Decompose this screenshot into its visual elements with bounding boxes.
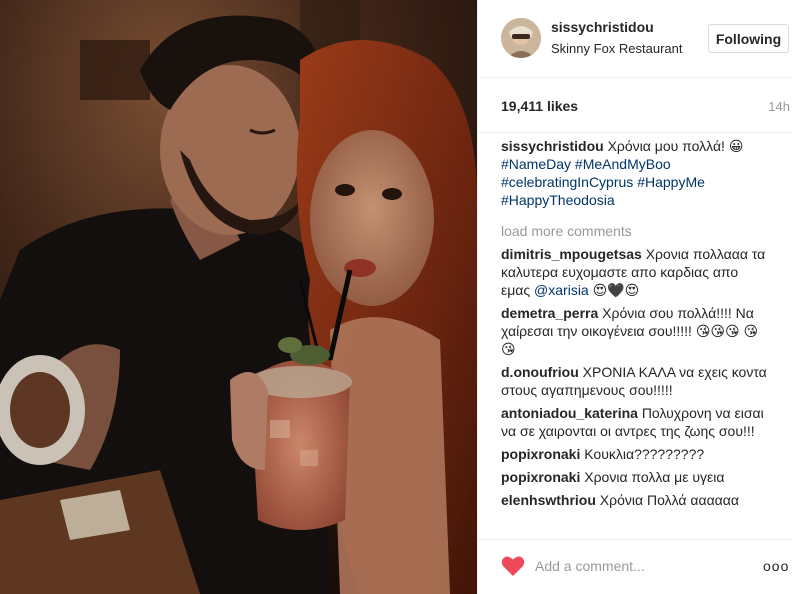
comment-item: d.onoufriou ΧΡΟΝΙΑ ΚΑΛΑ να εχεις κοντα σ… [501, 363, 769, 399]
comment-username[interactable]: d.onoufriou [501, 364, 579, 380]
comment-footer: ooo [478, 539, 792, 594]
hashtag-link[interactable]: #MeAndMyBoo [575, 156, 671, 172]
comment-item: dimitris_mpougetsas Χρονια πολλααα τα κα… [501, 245, 769, 299]
post-side-panel: sissychristidou Skinny Fox Restaurant Fo… [477, 0, 792, 594]
post-timestamp[interactable]: 14h [768, 99, 790, 114]
comment-username[interactable]: popixronaki [501, 446, 580, 462]
like-count[interactable]: 19,411 likes [501, 98, 578, 114]
comment-username[interactable]: demetra_perra [501, 305, 598, 321]
comment-item: popixronaki Κουκλια????????? [501, 445, 769, 463]
comment-text: Κουκλια????????? [584, 446, 705, 462]
instagram-post-window: sissychristidou Skinny Fox Restaurant Fo… [0, 0, 792, 594]
more-options-icon[interactable]: ooo [763, 556, 789, 576]
hashtag-link[interactable]: #celebratingInCyprus [501, 174, 633, 190]
post-photo[interactable] [0, 0, 477, 594]
hashtag-link[interactable]: #HappyTheodosia [501, 192, 615, 208]
load-more-comments-link[interactable]: load more comments [501, 222, 769, 240]
caption: sissychristidou Χρόνια μου πολλά! 😀 #Nam… [501, 137, 769, 209]
heart-icon[interactable] [501, 555, 525, 577]
comment-item: antoniadou_katerina Πολυχρονη να εισαι ν… [501, 404, 769, 440]
comment-item: demetra_perra Χρόνια σου πολλά!!!! Να χα… [501, 304, 769, 358]
caption-username[interactable]: sissychristidou [501, 138, 604, 154]
comment-username[interactable]: antoniadou_katerina [501, 405, 638, 421]
add-comment-input[interactable] [535, 554, 735, 578]
comment-text: 😍🖤😍 [588, 282, 640, 298]
avatar[interactable] [501, 18, 541, 58]
comment-text: Χρονια πολλα με υγεια [584, 469, 725, 485]
following-button[interactable]: Following [708, 24, 789, 53]
comment-username[interactable]: elenhswthriou [501, 492, 596, 508]
comments-list: sissychristidou Χρόνια μου πολλά! 😀 #Nam… [501, 133, 769, 533]
hashtag-link[interactable]: #NameDay [501, 156, 571, 172]
likes-row: 19,411 likes 14h [478, 78, 792, 133]
comment-item: popixronaki Χρονια πολλα με υγεια [501, 468, 769, 486]
location-link[interactable]: Skinny Fox Restaurant [551, 41, 683, 56]
comment-item: elenhswthriou Χρόνια Πολλά αααααα [501, 491, 769, 509]
author-username[interactable]: sissychristidou [551, 19, 654, 35]
caption-text: Χρόνια μου πολλά! 😀 [607, 138, 744, 154]
mention-link[interactable]: @xarisia [534, 282, 589, 298]
hashtag-link[interactable]: #HappyMe [637, 174, 705, 190]
comment-username[interactable]: dimitris_mpougetsas [501, 246, 642, 262]
post-header: sissychristidou Skinny Fox Restaurant Fo… [478, 0, 792, 78]
comment-text: Χρόνια Πολλά αααααα [599, 492, 739, 508]
comment-username[interactable]: popixronaki [501, 469, 580, 485]
selfie-image [0, 0, 477, 594]
avatar-image [501, 18, 541, 58]
